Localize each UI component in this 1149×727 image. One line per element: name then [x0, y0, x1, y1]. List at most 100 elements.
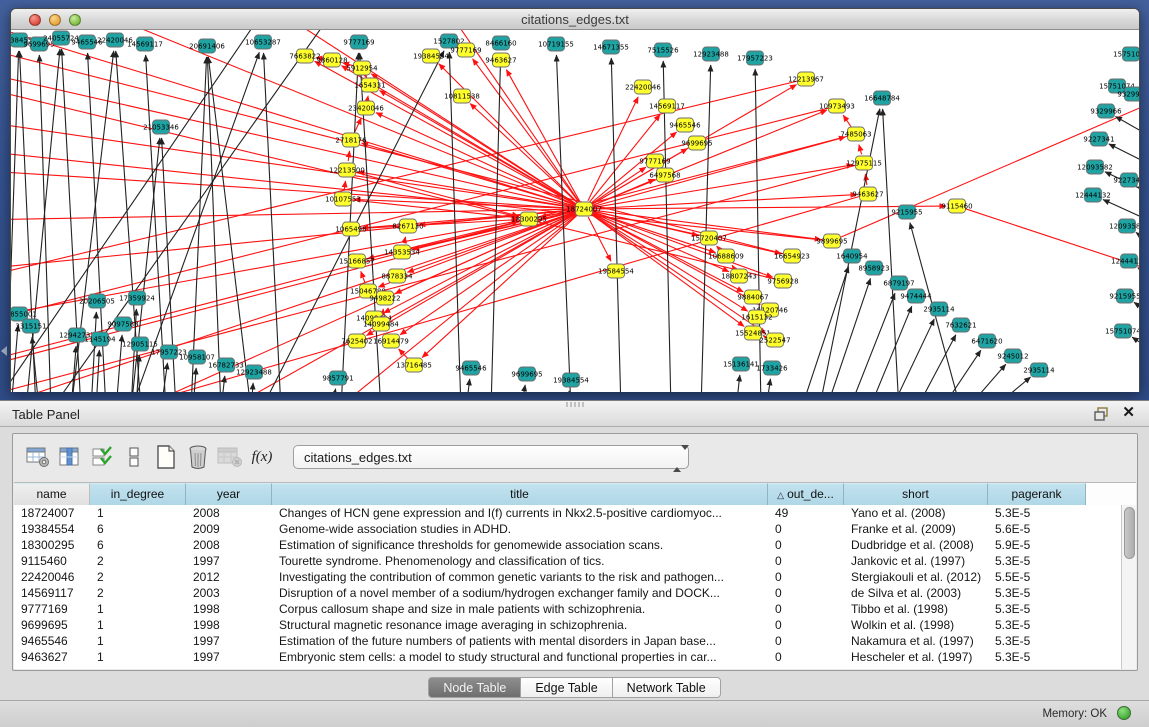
- column-header-in-degree[interactable]: in_degree: [90, 483, 186, 505]
- table-cell[interactable]: 2: [90, 569, 186, 585]
- table-row[interactable]: 1830029562008Estimation of significance …: [14, 537, 1121, 553]
- table-cell[interactable]: 9115460: [14, 553, 90, 569]
- table-cell[interactable]: 9463627: [14, 649, 90, 665]
- graph-edge[interactable]: [843, 115, 851, 126]
- table-cell[interactable]: 18724007: [14, 505, 90, 521]
- column-header-year[interactable]: year: [186, 483, 272, 505]
- table-row[interactable]: 911546021997Tourette syndrome. Phenomeno…: [14, 553, 1121, 569]
- graph-node[interactable]: 10719155: [538, 37, 574, 51]
- graph-edge[interactable]: [251, 383, 253, 392]
- graph-edge[interactable]: [766, 379, 770, 392]
- table-cell[interactable]: Genome-wide association studies in ADHD.: [272, 521, 768, 537]
- graph-edge[interactable]: [368, 96, 369, 99]
- graph-node[interactable]: 15751074: [1113, 47, 1139, 61]
- graph-node[interactable]: 9857791: [322, 371, 353, 385]
- graph-node[interactable]: 15720407: [691, 231, 727, 245]
- graph-node[interactable]: 12923488: [693, 47, 729, 61]
- graph-edge[interactable]: [941, 350, 981, 392]
- table-cell[interactable]: 9699695: [14, 617, 90, 633]
- table-cell[interactable]: 1: [90, 649, 186, 665]
- graph-node[interactable]: 12975115: [846, 156, 882, 170]
- table-cell[interactable]: 0: [768, 569, 844, 585]
- graph-node[interactable]: 12213967: [788, 72, 824, 86]
- graph-node[interactable]: 10811538: [444, 89, 480, 103]
- graph-node[interactable]: 7485063: [840, 127, 871, 141]
- table-cell[interactable]: Corpus callosum shape and size in male p…: [272, 601, 768, 617]
- table-row[interactable]: 1938455462009Genome-wide association stu…: [14, 521, 1121, 537]
- show-column-button[interactable]: [55, 441, 85, 473]
- graph-node[interactable]: 12444132: [1111, 254, 1139, 268]
- graph-node[interactable]: 9463627: [852, 187, 883, 201]
- graph-node[interactable]: 9097588: [107, 317, 138, 331]
- table-cell[interactable]: Stergiakouli et al. (2012): [844, 569, 988, 585]
- function-builder-button[interactable]: f(x): [247, 441, 277, 473]
- table-selector-dropdown[interactable]: citations_edges.txt: [293, 445, 689, 469]
- graph-edge[interactable]: [966, 209, 1139, 280]
- table-settings-button[interactable]: [23, 441, 53, 473]
- table-cell[interactable]: 1: [90, 633, 186, 649]
- graph-node[interactable]: 2935114: [1023, 363, 1055, 377]
- graph-edge[interactable]: [331, 389, 336, 392]
- table-cell[interactable]: 2008: [186, 537, 272, 553]
- table-panel-titlebar[interactable]: Table Panel ✕: [0, 401, 1149, 427]
- table-cell[interactable]: Nakamura et al. (1997): [844, 633, 988, 649]
- graph-node[interactable]: 9245012: [997, 349, 1028, 363]
- graph-edge[interactable]: [859, 145, 862, 155]
- table-cell[interactable]: 5.3E-5: [988, 505, 1086, 521]
- graph-edge[interactable]: [39, 55, 51, 392]
- graph-edge[interactable]: [404, 237, 406, 244]
- graph-node[interactable]: 9115460: [941, 199, 972, 213]
- graph-node[interactable]: 9215955: [1109, 289, 1139, 303]
- float-window-icon[interactable]: [1094, 407, 1109, 421]
- table-row[interactable]: 969969511998Structural magnetic resonanc…: [14, 617, 1121, 633]
- table-cell[interactable]: Changes of HCN gene expression and I(f) …: [272, 505, 768, 521]
- graph-node[interactable]: 19384554: [553, 373, 589, 387]
- graph-edge[interactable]: [801, 266, 849, 392]
- table-cell[interactable]: 0: [768, 585, 844, 601]
- graph-node[interactable]: 9777169: [343, 35, 374, 49]
- table-row[interactable]: 2242004622012Investigating the contribut…: [14, 569, 1121, 585]
- graph-node[interactable]: 9474444: [900, 289, 932, 303]
- graph-node[interactable]: 12093582: [1077, 160, 1113, 174]
- table-cell[interactable]: 5.5E-5: [988, 569, 1086, 585]
- graph-edge[interactable]: [380, 91, 577, 205]
- row-height-button[interactable]: [119, 441, 149, 473]
- graph-node[interactable]: 9756928: [767, 274, 798, 288]
- graph-node[interactable]: 7632621: [945, 318, 976, 332]
- graph-node[interactable]: 13716485: [396, 358, 432, 372]
- table-cell[interactable]: 0: [768, 649, 844, 665]
- table-cell[interactable]: Jankovic et al. (1997): [844, 553, 988, 569]
- graph-edge[interactable]: [916, 335, 956, 392]
- graph-edge[interactable]: [361, 271, 365, 282]
- table-cell[interactable]: 5.3E-5: [988, 649, 1086, 665]
- citation-network-graph[interactable]: 1938455496996952405572494655462242004614…: [11, 30, 1139, 392]
- graph-node[interactable]: 17359924: [119, 291, 155, 305]
- table-cell[interactable]: 0: [768, 553, 844, 569]
- graph-edge[interactable]: [736, 375, 740, 392]
- table-cell[interactable]: 5.9E-5: [988, 537, 1086, 553]
- table-cell[interactable]: Franke et al. (2009): [844, 521, 988, 537]
- table-cell[interactable]: 1: [90, 617, 186, 633]
- graph-node[interactable]: 14569117: [649, 99, 685, 113]
- delete-trash-button[interactable]: [183, 441, 213, 473]
- close-panel-icon[interactable]: ✕: [1122, 405, 1135, 421]
- graph-node[interactable]: 9463627: [485, 53, 516, 67]
- graph-edge[interactable]: [348, 151, 349, 161]
- graph-edge[interactable]: [399, 349, 408, 359]
- graph-node[interactable]: 21053346: [143, 120, 179, 134]
- graph-node[interactable]: 9329966: [1090, 104, 1122, 118]
- graph-node[interactable]: 8267130: [392, 219, 423, 233]
- table-cell[interactable]: 9465546: [14, 633, 90, 649]
- graph-node[interactable]: 8878334: [381, 269, 413, 283]
- panel-resize-grip[interactable]: [566, 402, 584, 407]
- graph-node[interactable]: 10688609: [708, 249, 744, 263]
- scrollbar-thumb[interactable]: [1124, 507, 1135, 559]
- table-cell[interactable]: Structural magnetic resonance image aver…: [272, 617, 768, 633]
- graph-edge[interactable]: [966, 364, 1006, 392]
- table-row[interactable]: 1456911722003Disruption of a novel membe…: [14, 585, 1121, 601]
- graph-edge[interactable]: [355, 118, 362, 132]
- graph-node[interactable]: 16648784: [864, 91, 900, 105]
- graph-node[interactable]: 9215955: [891, 205, 922, 219]
- table-row[interactable]: 1872400712008Changes of HCN gene express…: [14, 505, 1121, 521]
- graph-node[interactable]: 2935114: [923, 302, 955, 316]
